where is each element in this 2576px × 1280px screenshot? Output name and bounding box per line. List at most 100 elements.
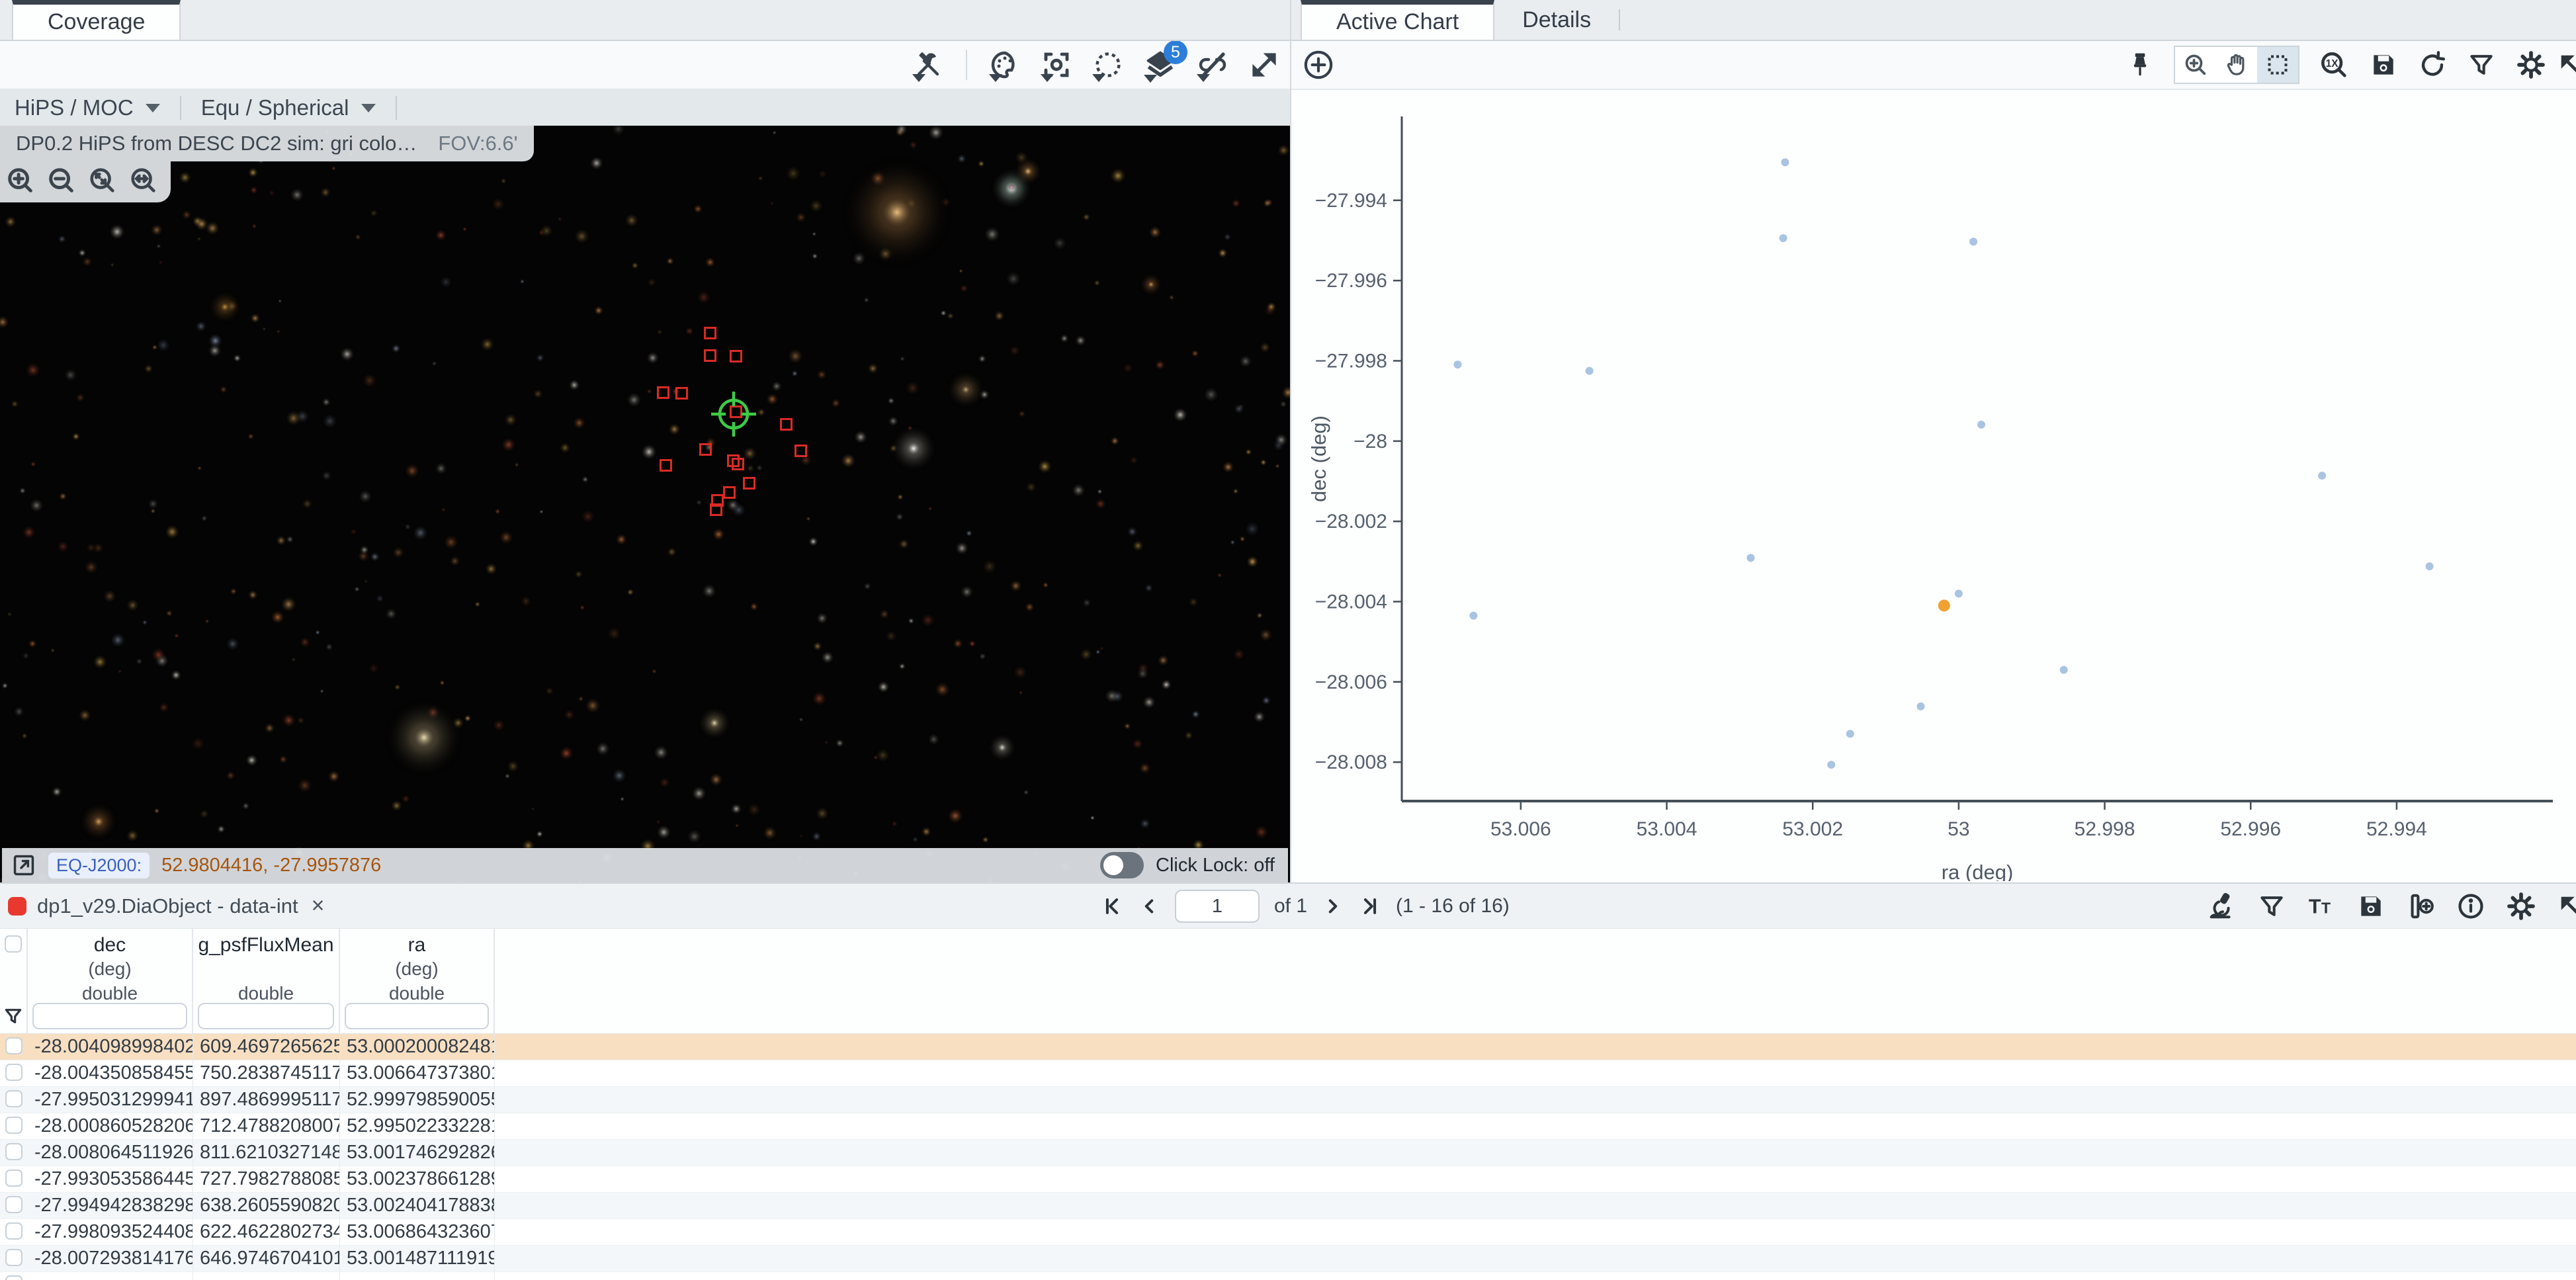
table-row[interactable]: -28.004098998402267609.469726562553.0002… [0, 1034, 2576, 1060]
close-icon[interactable]: × [312, 893, 325, 919]
filter-icon[interactable] [2467, 50, 2496, 79]
layers-icon[interactable]: 5 [1144, 48, 1177, 81]
data-point[interactable] [1586, 367, 1594, 375]
table-row[interactable]: -27.993053586445498727.798278808593853.0… [0, 1166, 2576, 1193]
detection-marker[interactable] [732, 458, 744, 470]
row-checkbox[interactable] [5, 1143, 22, 1160]
select-all-checkbox[interactable] [5, 935, 22, 953]
tools-icon[interactable] [912, 49, 944, 81]
detection-marker[interactable] [675, 387, 688, 400]
info-icon[interactable] [2456, 891, 2486, 921]
zoom-fit-icon[interactable] [87, 165, 118, 196]
data-point[interactable] [1955, 589, 1963, 597]
column-header-ra[interactable]: ra (deg) double [340, 929, 495, 1005]
hips-moc-dropdown[interactable]: HiPS / MOC [15, 95, 160, 120]
row-checkbox[interactable] [5, 1090, 22, 1107]
pan-hand-icon[interactable] [2216, 47, 2257, 83]
row-checkbox[interactable] [5, 1064, 22, 1081]
add-column-icon[interactable] [2405, 891, 2436, 921]
table-tab[interactable]: dp1_v29.DiaObject - data-int × [0, 893, 324, 919]
pin-icon[interactable] [2125, 50, 2155, 79]
select-region-icon[interactable] [1092, 49, 1124, 81]
first-page-icon[interactable] [1101, 895, 1123, 917]
table-row[interactable]: -27.99503129994192897.486999511718852.99… [0, 1087, 2576, 1113]
click-lock-toggle[interactable] [1100, 852, 1144, 878]
prev-page-icon[interactable] [1138, 895, 1160, 917]
gear-icon[interactable] [2506, 891, 2536, 921]
table-row[interactable] [0, 1272, 2576, 1280]
next-page-icon[interactable] [1322, 895, 1344, 917]
zoom-in-icon[interactable] [2175, 47, 2216, 83]
row-checkbox[interactable] [5, 1117, 22, 1134]
column-header-g-psffluxmean[interactable]: g_psfFluxMean double [193, 929, 340, 1005]
row-checkbox[interactable] [5, 1037, 22, 1054]
detection-marker[interactable] [730, 350, 742, 363]
data-point[interactable] [1916, 703, 1924, 710]
table-row[interactable]: -27.998093524408386622.462280273437553.0… [0, 1219, 2576, 1246]
data-point[interactable] [2318, 472, 2326, 480]
data-point[interactable] [1846, 730, 1854, 738]
filter-icon[interactable] [2257, 892, 2286, 921]
data-point[interactable] [2060, 666, 2068, 674]
filter-input-ra[interactable] [345, 1003, 489, 1029]
detection-marker[interactable] [704, 349, 716, 362]
unlink-icon[interactable] [1197, 49, 1228, 81]
data-point[interactable] [1469, 612, 1477, 620]
row-checkbox[interactable] [5, 1196, 22, 1213]
row-checkbox[interactable] [5, 1222, 22, 1240]
expand-icon[interactable] [1248, 49, 1280, 81]
last-page-icon[interactable] [1359, 895, 1381, 917]
column-header-dec[interactable]: dec (deg) double [28, 929, 193, 1005]
data-point[interactable] [1977, 421, 1985, 429]
expand-nw-icon[interactable] [2556, 50, 2576, 79]
gear-icon[interactable] [2516, 50, 2546, 80]
expand-nw-icon[interactable] [2556, 892, 2576, 921]
text-view-icon[interactable]: T T [2306, 891, 2337, 921]
filter-input-dec[interactable] [32, 1003, 187, 1029]
table-row[interactable]: -28.008064511926882811.621032714843853.0… [0, 1140, 2576, 1166]
data-point[interactable] [1969, 237, 1977, 245]
projection-dropdown[interactable]: Equ / Spherical [201, 95, 376, 120]
table-row[interactable]: -28.007293814176624646.974670410156253.0… [0, 1246, 2576, 1272]
data-point[interactable] [1827, 761, 1835, 769]
page-input[interactable] [1175, 890, 1260, 923]
zoom-in-icon[interactable] [5, 165, 36, 196]
detection-marker[interactable] [794, 445, 807, 457]
palette-icon[interactable] [989, 49, 1021, 81]
zoom-fill-icon[interactable] [128, 165, 159, 196]
table-row[interactable]: -28.00086052820697712.478820800781252.99… [0, 1113, 2576, 1140]
data-point[interactable] [2426, 562, 2434, 570]
sky-image-viewer[interactable]: DP0.2 HiPS from DESC DC2 sim: gri colo… … [0, 126, 1290, 882]
coord-system-chip[interactable]: EQ-J2000: [48, 853, 150, 878]
detection-marker[interactable] [699, 443, 712, 456]
analyze-icon[interactable] [2207, 891, 2237, 921]
scatter-plot-canvas[interactable]: 53.00653.00453.0025352.99852.99652.994−2… [1291, 90, 2576, 881]
detection-marker[interactable] [660, 459, 672, 472]
save-icon[interactable] [2369, 50, 2398, 79]
detection-marker[interactable] [710, 503, 722, 516]
data-point[interactable] [1781, 158, 1789, 166]
zoom-1x-icon[interactable]: 1X [2319, 50, 2349, 80]
filter-input-g-psffluxmean[interactable] [198, 1003, 334, 1029]
data-point[interactable] [1746, 554, 1754, 562]
table-row[interactable]: -27.994942838298332638.260559082031253.0… [0, 1193, 2576, 1219]
data-point[interactable] [1453, 361, 1461, 368]
data-point[interactable] [1780, 234, 1787, 242]
table-row[interactable]: -28.004350858455094750.283874511718853.0… [0, 1060, 2576, 1087]
refresh-icon[interactable] [2418, 50, 2447, 79]
popout-icon[interactable] [11, 853, 36, 878]
detection-marker[interactable] [723, 486, 736, 499]
row-checkbox[interactable] [5, 1249, 22, 1266]
scatter-chart[interactable]: 53.00653.00453.0025352.99852.99652.994−2… [1291, 90, 2576, 881]
row-checkbox[interactable] [5, 1170, 22, 1187]
zoom-out-icon[interactable] [46, 165, 77, 196]
add-chart-icon[interactable] [1302, 48, 1335, 81]
tab-coverage[interactable]: Coverage [12, 0, 181, 40]
detection-marker[interactable] [704, 327, 716, 339]
detection-marker[interactable] [657, 386, 669, 399]
detection-marker[interactable] [743, 477, 755, 490]
box-select-icon[interactable] [2257, 47, 2298, 83]
tab-details[interactable]: Details [1494, 0, 1619, 40]
save-icon[interactable] [2356, 892, 2385, 921]
center-on-selection-icon[interactable] [1041, 49, 1072, 81]
